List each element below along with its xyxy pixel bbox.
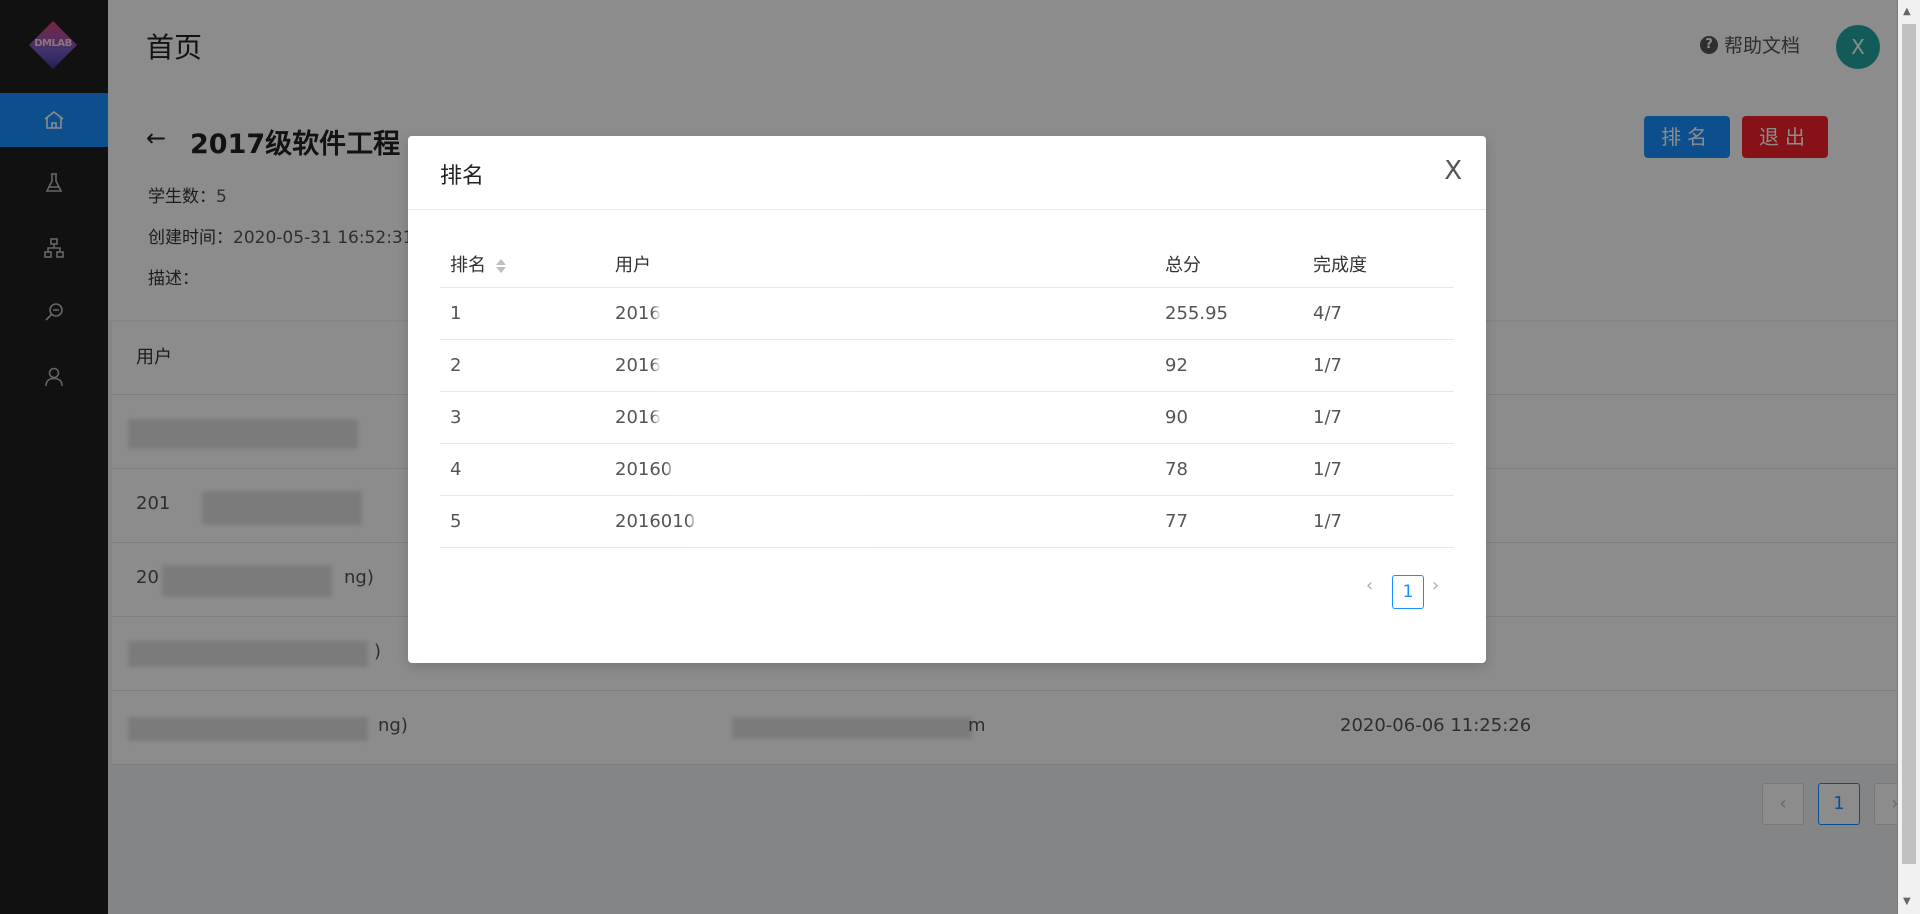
ranking-table-header: 排名 用户 总分 完成度 [440,236,1454,288]
user-cell: 20160 [615,459,673,480]
redaction [656,296,852,334]
redaction [670,452,866,492]
modal-title: 排名 [440,164,485,189]
score-cell: 78 [1165,459,1188,480]
rank-cell: 3 [450,407,462,428]
modal-page-button[interactable]: 1 [1392,575,1424,609]
modal-prev-page-icon[interactable]: ‹ [1366,575,1373,596]
table-row[interactable]: 3 2016 90 1/7 [440,392,1454,444]
user-cell: 2016010 [615,511,696,532]
score-cell: 92 [1165,355,1188,376]
scroll-thumb[interactable] [1902,24,1916,864]
completion-cell: 4/7 [1313,303,1342,324]
user-cell: 2016 [615,355,661,376]
scroll-down-icon[interactable]: ▼ [1903,896,1911,907]
score-cell: 77 [1165,511,1188,532]
ranking-modal: 排名 X 排名 用户 总分 完成度 1 2016 255.95 4/7 2 20… [408,136,1486,663]
completion-cell: 1/7 [1313,459,1342,480]
table-row[interactable]: 4 20160 78 1/7 [440,444,1454,496]
rank-cell: 1 [450,303,462,324]
table-row[interactable]: 2 2016 92 1/7 [440,340,1454,392]
completion-cell: 1/7 [1313,355,1342,376]
page-scrollbar[interactable]: ▲ ▼ [1897,0,1920,914]
completion-cell: 1/7 [1313,407,1342,428]
completion-cell: 1/7 [1313,511,1342,532]
table-row[interactable]: 1 2016 255.95 4/7 [440,288,1454,340]
close-icon[interactable]: X [1444,156,1462,186]
column-header-completion: 完成度 [1313,255,1367,276]
column-header-user: 用户 [615,255,651,276]
sort-icon[interactable] [496,259,506,273]
redaction [656,348,852,388]
rank-cell: 5 [450,511,462,532]
rank-cell: 4 [450,459,462,480]
modal-next-page-icon[interactable]: › [1432,575,1439,596]
user-cell: 2016 [615,407,661,428]
column-header-score: 总分 [1165,255,1201,276]
redaction [692,504,872,544]
ranking-table: 排名 用户 总分 完成度 1 2016 255.95 4/7 2 2016 92… [440,236,1454,548]
column-header-rank-label: 排名 [450,255,486,276]
scroll-up-icon[interactable]: ▲ [1903,6,1911,17]
table-row[interactable]: 5 2016010 77 1/7 [440,496,1454,548]
redaction [656,400,852,438]
user-cell: 2016 [615,303,661,324]
modal-header: 排名 X [408,136,1486,210]
score-cell: 255.95 [1165,303,1228,324]
column-header-rank[interactable]: 排名 [450,251,506,277]
rank-cell: 2 [450,355,462,376]
score-cell: 90 [1165,407,1188,428]
